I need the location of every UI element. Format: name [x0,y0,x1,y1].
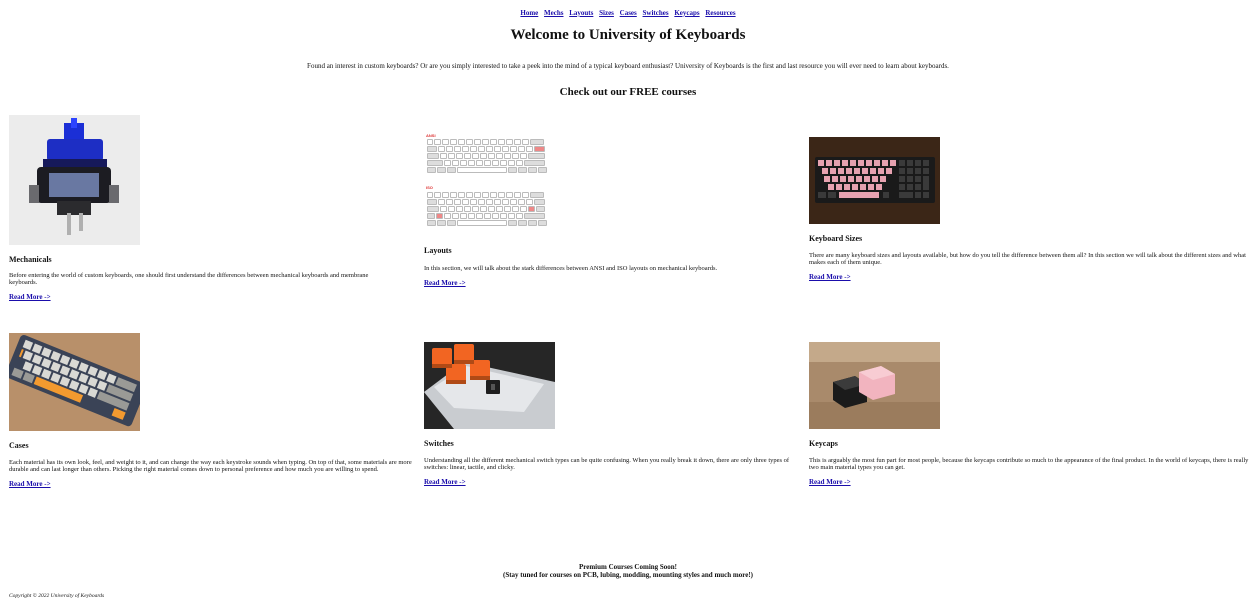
course-card-cases: Cases Each material has its own look, fe… [9,333,415,491]
nav-link-cases[interactable]: Cases [620,9,637,17]
top-nav: Home Mechs Layouts Sizes Cases Switches … [0,9,1256,17]
ansi-keyboard-diagram [427,139,552,174]
page-title: Welcome to University of Keyboards [510,27,746,43]
read-more-link[interactable]: Read More -> [9,480,51,488]
course-description: This is arguably the most fun part for m… [809,457,1249,471]
nav-link-switches[interactable]: Switches [643,9,669,17]
nav-link-home[interactable]: Home [520,9,538,17]
keycaps-image [809,342,940,429]
nav-link-layouts[interactable]: Layouts [569,9,593,17]
course-card-switches: Switches Understanding all the different… [424,342,809,489]
nav-link-mechs[interactable]: Mechs [544,9,563,17]
copyright-text: Copyright © 2022 University of Keyboards [9,593,105,599]
switches-image [424,342,555,429]
premium-courses-notice: Premium Courses Coming Soon! (Stay tuned… [0,563,1256,579]
course-title: Keyboard Sizes [809,234,863,243]
intro-text: Found an interest in custom keyboards? O… [307,62,949,70]
course-title: Switches [424,439,454,448]
layout-diagram-image: ANSI ISO [424,133,555,238]
course-card-layouts: ANSI ISO Layouts In this section, we wil… [424,133,809,290]
course-description: Before entering the world of custom keyb… [9,272,369,286]
cases-image [9,333,140,431]
course-title: Keycaps [809,439,838,448]
course-title: Mechanicals [9,255,52,264]
course-description: Understanding all the different mechanic… [424,457,790,471]
course-card-keyboard-sizes: Keyboard Sizes There are many keyboard s… [809,137,1249,284]
keyboard-sizes-image [809,137,940,224]
course-title: Layouts [424,246,452,255]
course-card-keycaps: Keycaps This is arguably the most fun pa… [809,342,1249,489]
read-more-link[interactable]: Read More -> [809,478,851,486]
ansi-label: ANSI [426,133,436,138]
premium-title: Premium Courses Coming Soon! [578,563,678,571]
read-more-link[interactable]: Read More -> [809,273,851,281]
read-more-link[interactable]: Read More -> [424,478,466,486]
course-description: There are many keyboard sizes and layout… [809,252,1246,266]
course-description: In this section, we will talk about the … [424,265,718,272]
courses-heading: Check out our FREE courses [559,86,697,98]
nav-link-keycaps[interactable]: Keycaps [674,9,699,17]
nav-link-sizes[interactable]: Sizes [599,9,614,17]
nav-link-resources[interactable]: Resources [705,9,735,17]
course-description: Each material has its own look, feel, an… [9,459,412,473]
read-more-link[interactable]: Read More -> [9,293,51,301]
mechanical-switch-image [9,115,140,245]
premium-subtitle: (Stay tuned for courses on PCB, lubing, … [502,571,754,579]
course-card-mechanicals: Mechanicals Before entering the world of… [9,115,394,304]
course-title: Cases [9,441,29,450]
read-more-link[interactable]: Read More -> [424,279,466,287]
iso-keyboard-diagram [427,192,552,227]
iso-label: ISO [426,185,433,190]
